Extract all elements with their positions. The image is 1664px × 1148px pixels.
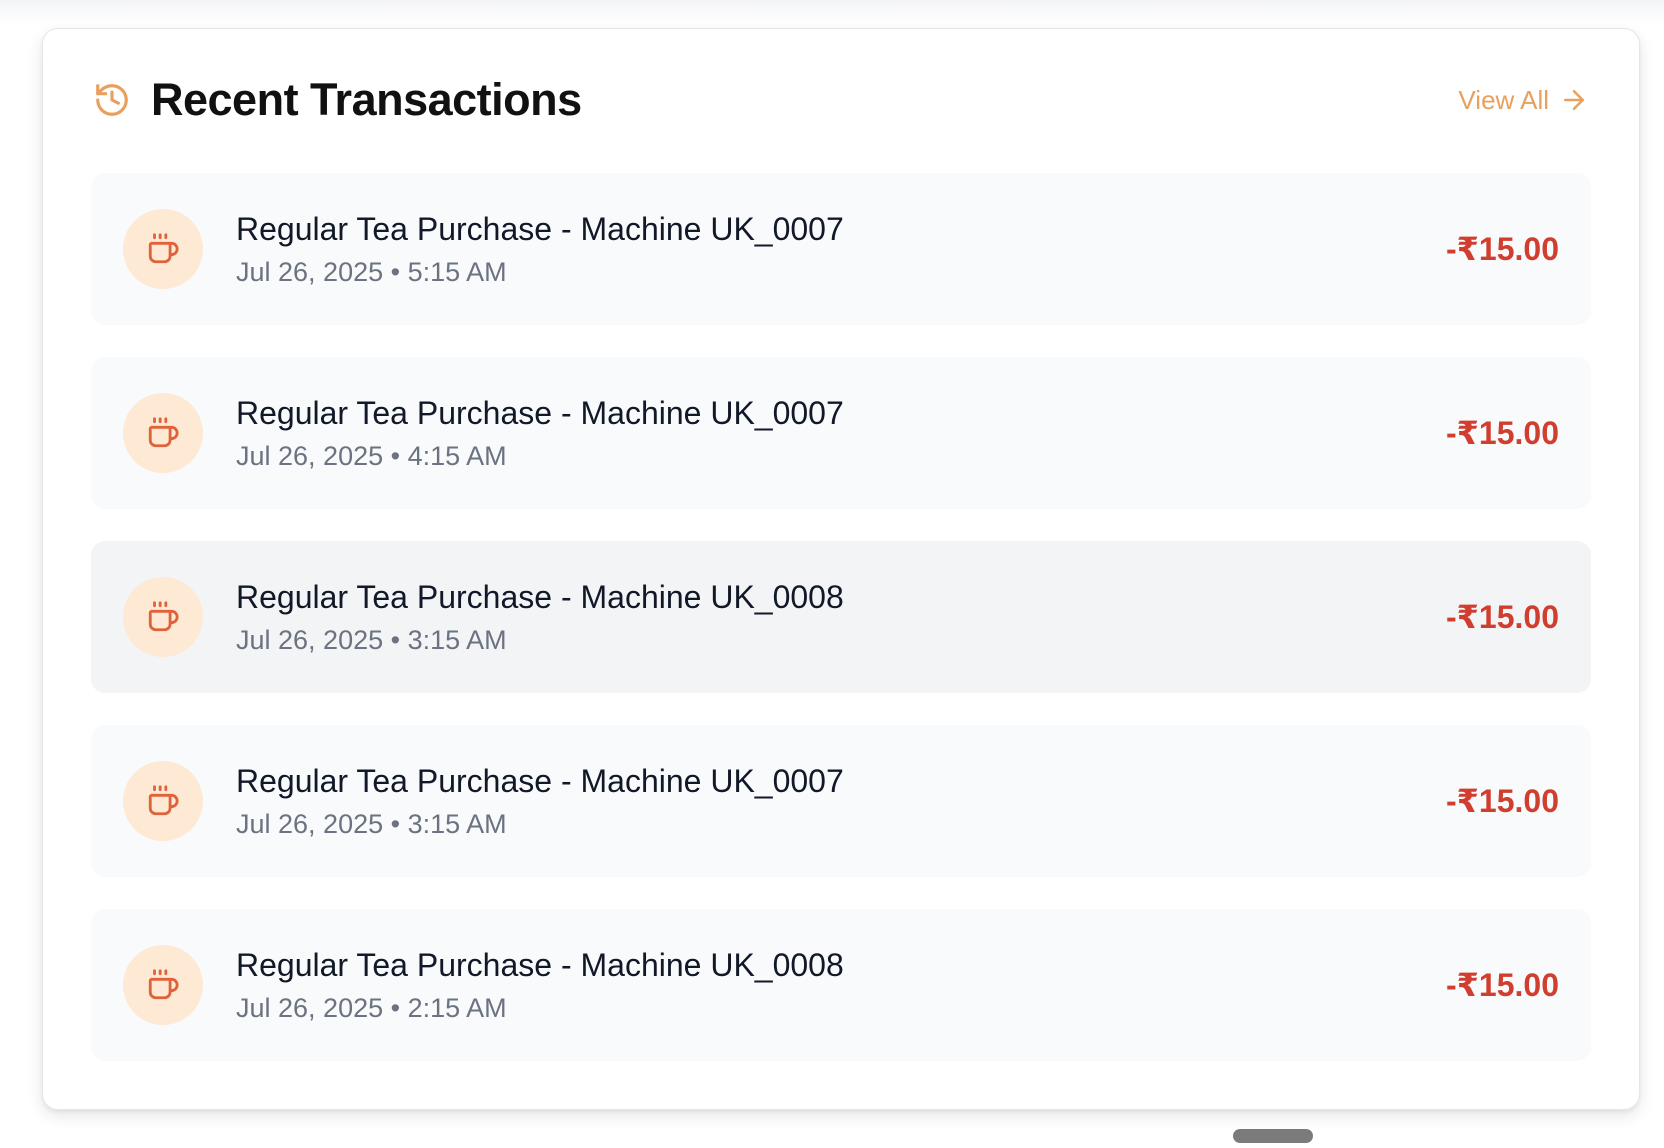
view-all-label: View All [1458,84,1549,115]
transaction-time: 3:15 AM [407,809,507,839]
coffee-cup-icon [123,761,203,841]
transaction-row[interactable]: Regular Tea Purchase - Machine UK_0007 J… [91,357,1591,509]
transaction-time: 3:15 AM [407,625,507,655]
transaction-title: Regular Tea Purchase - Machine UK_0007 [236,395,844,431]
transaction-meta: Jul 26, 2025 • 2:15 AM [236,993,507,1023]
transaction-meta: Jul 26, 2025 • 4:15 AM [236,441,507,471]
transaction-row[interactable]: Regular Tea Purchase - Machine UK_0007 J… [91,725,1591,877]
transaction-amount: -₹15.00 [1446,231,1559,267]
transaction-text: Regular Tea Purchase - Machine UK_0007 J… [236,209,1446,289]
transaction-meta: Jul 26, 2025 • 3:15 AM [236,809,507,839]
transaction-date: Jul 26, 2025 [236,625,384,655]
scrollbar-handle[interactable] [1233,1129,1313,1143]
coffee-cup-icon [123,945,203,1025]
transaction-row[interactable]: Regular Tea Purchase - Machine UK_0008 J… [91,909,1591,1061]
card-title: Recent Transactions [151,74,582,125]
transaction-meta: Jul 26, 2025 • 5:15 AM [236,257,507,287]
transaction-row[interactable]: Regular Tea Purchase - Machine UK_0007 J… [91,173,1591,325]
transaction-date: Jul 26, 2025 [236,993,384,1023]
transaction-row[interactable]: Regular Tea Purchase - Machine UK_0008 J… [91,541,1591,693]
transaction-date: Jul 26, 2025 [236,441,384,471]
transaction-text: Regular Tea Purchase - Machine UK_0007 J… [236,393,1446,473]
transaction-amount: -₹15.00 [1446,967,1559,1003]
transaction-date: Jul 26, 2025 [236,257,384,287]
transaction-date: Jul 26, 2025 [236,809,384,839]
arrow-right-icon [1559,85,1589,115]
transaction-text: Regular Tea Purchase - Machine UK_0008 J… [236,577,1446,657]
coffee-cup-icon [123,577,203,657]
transaction-title: Regular Tea Purchase - Machine UK_0007 [236,211,844,247]
transaction-amount: -₹15.00 [1446,599,1559,635]
history-icon [93,81,131,119]
transaction-time: 5:15 AM [407,257,507,287]
recent-transactions-card: Recent Transactions View All Regular Tea… [42,28,1640,1110]
header-left: Recent Transactions [93,74,582,126]
transaction-text: Regular Tea Purchase - Machine UK_0007 J… [236,761,1446,841]
card-header: Recent Transactions View All [93,69,1589,131]
transaction-amount: -₹15.00 [1446,415,1559,451]
transaction-time: 4:15 AM [407,441,507,471]
transaction-title: Regular Tea Purchase - Machine UK_0008 [236,947,844,983]
transaction-time: 2:15 AM [407,993,507,1023]
transaction-title: Regular Tea Purchase - Machine UK_0008 [236,579,844,615]
transaction-amount: -₹15.00 [1446,783,1559,819]
view-all-link[interactable]: View All [1458,85,1589,116]
coffee-cup-icon [123,209,203,289]
top-fade [0,0,1664,24]
transaction-text: Regular Tea Purchase - Machine UK_0008 J… [236,945,1446,1025]
coffee-cup-icon [123,393,203,473]
transaction-title: Regular Tea Purchase - Machine UK_0007 [236,763,844,799]
transaction-list: Regular Tea Purchase - Machine UK_0007 J… [91,173,1591,1093]
transaction-meta: Jul 26, 2025 • 3:15 AM [236,625,507,655]
